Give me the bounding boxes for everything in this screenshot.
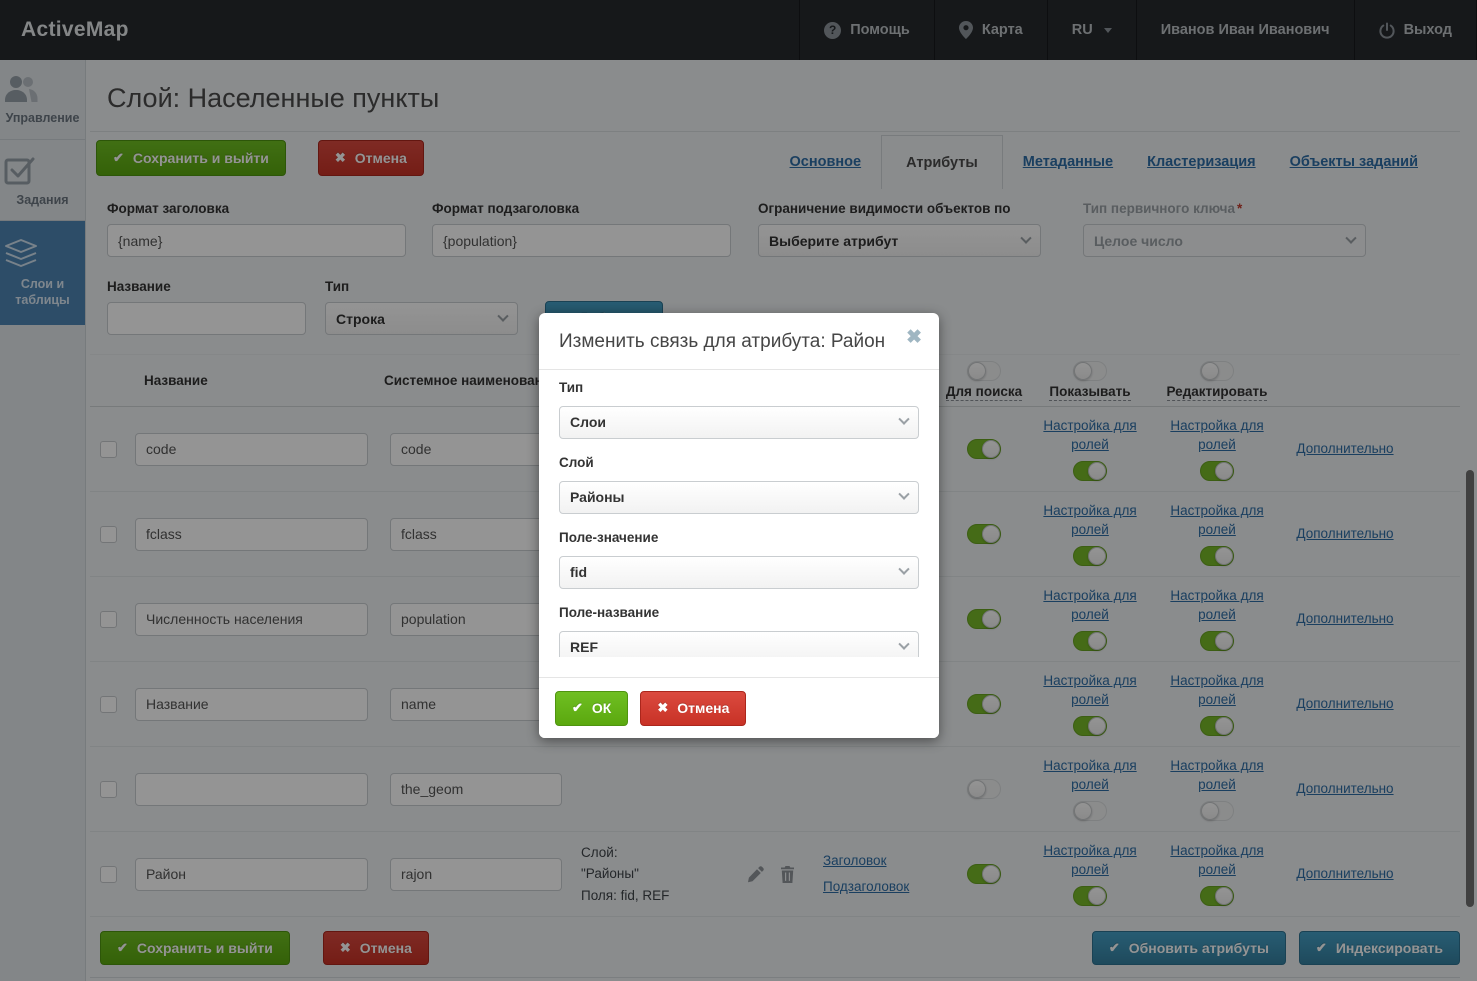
relation-type-select[interactable]: Слои	[559, 406, 919, 439]
close-icon[interactable]: ✖	[906, 328, 922, 347]
relation-layer-label: Слой	[559, 455, 919, 472]
value-field-select[interactable]: fid	[559, 556, 919, 589]
modal-ok-button[interactable]: ✔ ОК	[555, 691, 628, 726]
modal-title: Изменить связь для атрибута: Район	[559, 329, 893, 356]
modal-ok-label: ОК	[592, 700, 611, 716]
value-field-value: fid	[570, 564, 900, 580]
chevron-down-icon	[898, 639, 909, 650]
relation-layer-select[interactable]: Районы	[559, 481, 919, 514]
modal-footer: ✔ ОК ✖ Отмена	[539, 677, 939, 738]
edit-relation-modal: Изменить связь для атрибута: Район ✖ Тип…	[539, 313, 939, 738]
modal-body: Тип Слои Слой Районы Поле-значение fid П…	[539, 370, 939, 657]
modal-cancel-button[interactable]: ✖ Отмена	[640, 691, 746, 726]
relation-type-label: Тип	[559, 380, 919, 397]
relation-layer-value: Районы	[570, 489, 900, 505]
name-field-label: Поле-название	[559, 605, 919, 622]
chevron-down-icon	[898, 564, 909, 575]
name-field-value: REF	[570, 639, 900, 655]
chevron-down-icon	[898, 414, 909, 425]
x-icon: ✖	[657, 700, 668, 716]
modal-cancel-label: Отмена	[677, 700, 729, 716]
check-icon: ✔	[572, 700, 583, 716]
name-field-select[interactable]: REF	[559, 631, 919, 657]
value-field-label: Поле-значение	[559, 530, 919, 547]
modal-header: Изменить связь для атрибута: Район ✖	[539, 313, 939, 370]
chevron-down-icon	[898, 489, 909, 500]
relation-type-value: Слои	[570, 414, 900, 430]
